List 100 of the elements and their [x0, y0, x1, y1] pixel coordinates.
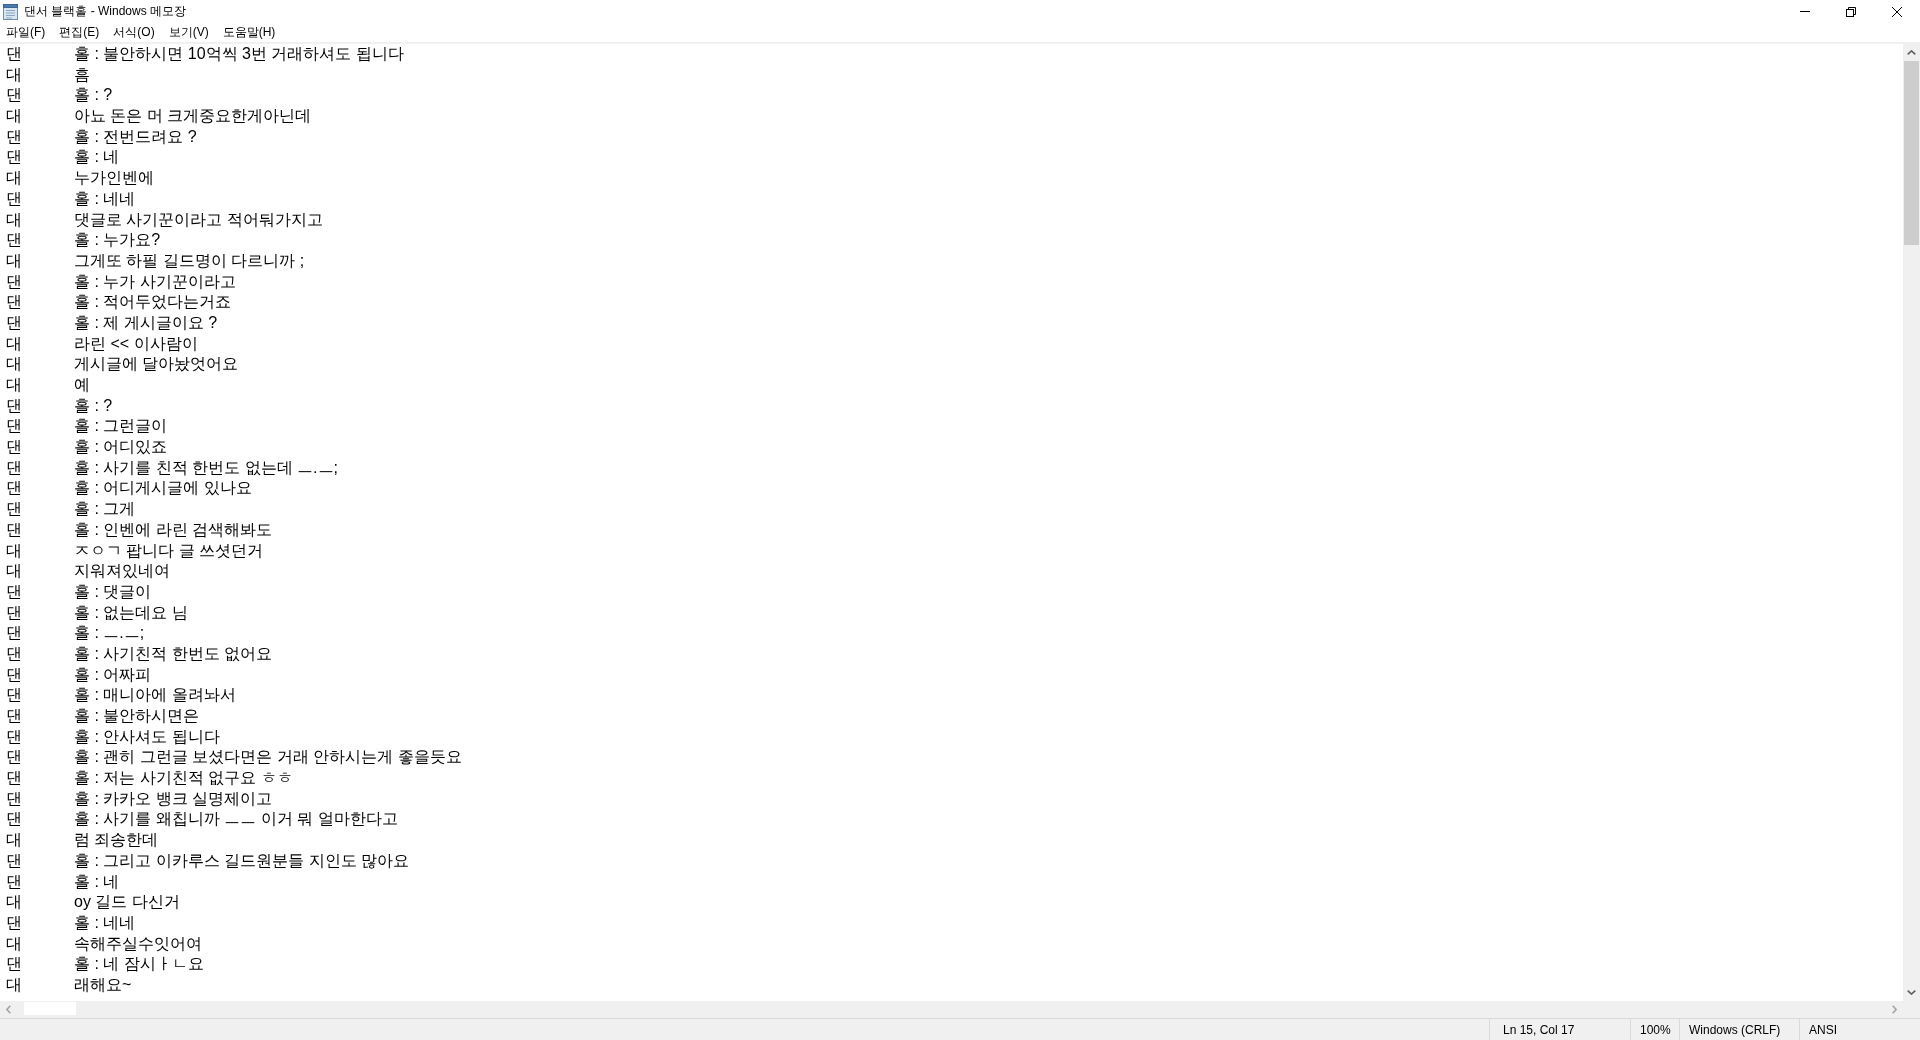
text-line: 흠 — [74, 64, 90, 85]
horizontal-scrollbar[interactable] — [0, 1001, 1903, 1018]
text-fragment: 대 — [6, 540, 22, 561]
notepad-icon — [3, 3, 18, 20]
text-line: oy 길드 다신거 — [74, 892, 180, 913]
menu-item[interactable]: 파일(F) — [0, 23, 53, 42]
cursor-position: Ln 15, Col 17 — [1503, 1022, 1575, 1037]
text-line: 홀 : 없는데요 님 — [74, 602, 188, 623]
chevron-down-icon[interactable] — [1907, 990, 1916, 995]
text-fragment: 댄 — [6, 395, 22, 416]
text-fragment: 댄 — [6, 85, 22, 106]
text-line: 래해요~ — [74, 974, 132, 995]
text-fragment: 댄 — [6, 126, 22, 147]
text-line: 홀 : 누가요? — [74, 230, 161, 251]
text-line: 홀 : 누가 사기꾼이라고 — [74, 271, 236, 292]
text-line: 홀 : ? — [74, 395, 113, 416]
text-line: 홀 : 사기를 친적 한번도 없는데 ㅡ.ㅡ; — [74, 457, 338, 478]
text-line: 홀 : 어짜피 — [74, 664, 152, 685]
text-line: 홀 : 댓글이 — [74, 581, 152, 602]
text-fragment: 댄 — [6, 147, 22, 168]
text-fragment: 댄 — [6, 726, 22, 747]
minimize-icon — [1800, 11, 1810, 12]
text-fragment: 댄 — [6, 954, 22, 975]
text-line: 그게또 하필 길드명이 다르니까 ; — [74, 250, 305, 271]
text-fragment: 대 — [6, 830, 22, 851]
text-line: 홀 : 그런글이 — [74, 416, 168, 437]
text-line: 홀 : 네 잠시ㅏㄴ요 — [74, 954, 204, 975]
zoom-level: 100% — [1640, 1022, 1671, 1037]
text-line: 라린 << 이사람이 — [74, 333, 198, 354]
text-line: 홀 : ㅡ.ㅡ; — [74, 623, 145, 644]
text-line: 홀 : 카카오 뱅크 실명제이고 — [74, 788, 273, 809]
line-ending: Windows (CRLF) — [1689, 1022, 1781, 1037]
text-line: 홀 : 저는 사기친적 없구요 ㅎㅎ — [74, 768, 293, 789]
text-fragment: 댄 — [6, 788, 22, 809]
text-line: 누가인벤에 — [74, 168, 154, 189]
menu-item[interactable]: 서식(O) — [106, 23, 162, 42]
text-line: 홀 : 어디있죠 — [74, 437, 168, 458]
text-fragment: 댄 — [6, 478, 22, 499]
text-line: 홀 : 전번드려요 ? — [74, 126, 197, 147]
menu-item[interactable]: 편집(E) — [52, 23, 107, 42]
text-fragment: 대 — [6, 375, 22, 395]
text-fragment: 댄 — [6, 809, 22, 830]
text-fragment: 대 — [6, 106, 22, 127]
chevron-up-icon[interactable] — [1907, 50, 1916, 55]
text-line: 홀 : 네네 — [74, 188, 136, 209]
text-line: 홀 : 그리고 이카루스 길드원분들 지인도 많아요 — [74, 850, 410, 871]
text-fragment: 댄 — [6, 499, 22, 520]
text-line: 지워져있네여 — [74, 561, 170, 582]
text-line: 홀 : 사기친적 한번도 없어요 — [74, 643, 273, 664]
text-line: 속해주실수잇어여 — [74, 933, 202, 954]
text-line: 홀 : 안사셔도 됩니다 — [74, 726, 220, 747]
text-fragment: 댄 — [6, 871, 22, 892]
text-line: 홀 : 불안하시면은 — [74, 706, 200, 726]
text-line: 게시글에 달아놨엇어요 — [74, 354, 239, 375]
chevron-right-icon[interactable] — [1892, 1005, 1897, 1014]
text-fragment: 댄 — [6, 643, 22, 664]
chevron-left-icon[interactable] — [6, 1005, 11, 1014]
text-fragment: 댄 — [6, 685, 22, 706]
text-line: 홀 : 괜히 그런글 보셨다면은 거래 안하시는게 좋을듯요 — [74, 747, 462, 768]
text-line: 홀 : 네네 — [74, 912, 136, 933]
text-line: 홀 : 적어두었다는거죠 — [74, 292, 232, 313]
text-fragment: 댄 — [6, 188, 22, 209]
text-line: 홀 : 사기를 왜칩니까 ㅡㅡ 이거 뭐 얼마한다고 — [74, 809, 398, 830]
menu-item[interactable]: 보기(V) — [161, 23, 216, 42]
text-line: 아뇨 돈은 머 크게중요한게아닌데 — [74, 106, 312, 127]
text-line: 럼 죄송한데 — [74, 830, 159, 851]
text-fragment: 댄 — [6, 623, 22, 644]
text-fragment: 대 — [6, 333, 22, 354]
menu-item[interactable]: 도움말(H) — [215, 23, 283, 42]
text-fragment: 대 — [6, 64, 22, 85]
text-fragment: 대 — [6, 892, 22, 913]
text-fragment: 대 — [6, 974, 22, 995]
text-fragment: 대 — [6, 168, 22, 189]
text-fragment: 댄 — [6, 416, 22, 437]
encoding: ANSI — [1809, 1022, 1837, 1037]
text-fragment: 대 — [6, 250, 22, 271]
text-fragment: 댄 — [6, 768, 22, 789]
text-line: 홀 : 인벤에 라린 검색해봐도 — [74, 519, 273, 540]
text-line: 홀 : ? — [74, 85, 113, 106]
text-line: 홀 : 네 — [74, 871, 120, 892]
vertical-scrollbar[interactable] — [1903, 44, 1920, 1001]
text-fragment: 댄 — [6, 602, 22, 623]
window-title: 댄서 블랙홀 - Windows 메모장 — [24, 3, 186, 20]
text-fragment: 댄 — [6, 230, 22, 251]
text-fragment: 댄 — [6, 664, 22, 685]
text-line: 홀 : 불안하시면 10억씩 3번 거래하셔도 됩니다 — [74, 44, 404, 64]
text-line: 예 — [74, 375, 90, 395]
restore-icon — [1846, 6, 1856, 17]
text-fragment: 댄 — [6, 271, 22, 292]
scrollbar-thumb[interactable] — [1904, 61, 1919, 245]
text-fragment: 대 — [6, 209, 22, 230]
text-line: 홀 : 네 — [74, 147, 120, 168]
text-line: 홀 : 매니아에 올려놔서 — [74, 685, 236, 706]
text-fragment: 댄 — [6, 912, 22, 933]
text-fragment: 댄 — [6, 437, 22, 458]
text-fragment: 댄 — [6, 457, 22, 478]
text-line: ㅈㅇㄱ 팝니다 글 쓰셧던거 — [74, 540, 264, 561]
text-fragment: 댄 — [6, 292, 22, 313]
text-fragment: 댄 — [6, 581, 22, 602]
close-icon — [1892, 6, 1902, 17]
